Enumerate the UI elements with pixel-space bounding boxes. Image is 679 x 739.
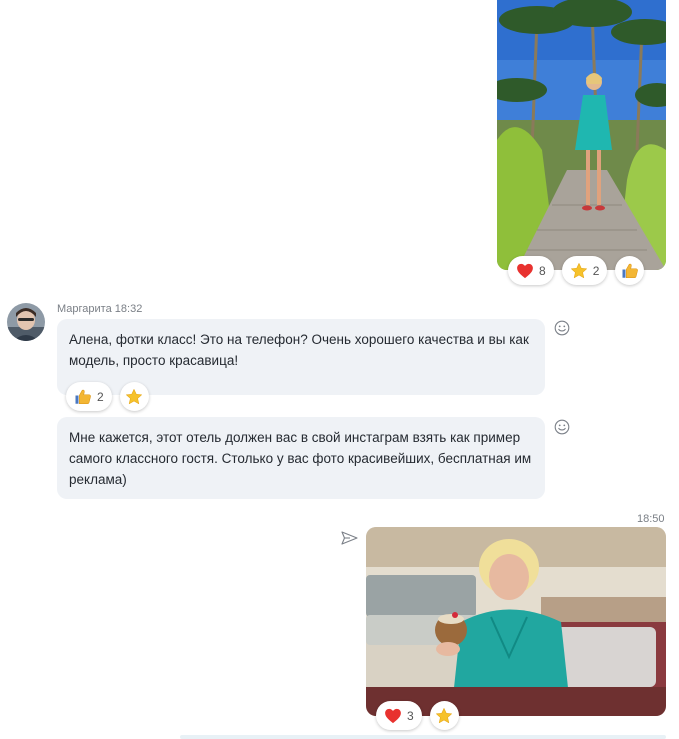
thumbs-up-icon — [621, 262, 639, 280]
message-time: 18:50 — [637, 513, 665, 525]
star-icon — [435, 707, 453, 725]
reaction-star[interactable] — [119, 382, 149, 411]
heart-icon — [384, 707, 402, 725]
smile-icon — [554, 419, 570, 435]
smile-icon — [554, 320, 570, 336]
add-reaction-button[interactable] — [554, 419, 570, 435]
reaction-count: 3 — [407, 708, 414, 723]
sent-status-icon — [341, 531, 358, 545]
reaction-heart[interactable]: 8 — [508, 256, 554, 285]
next-message-edge — [180, 735, 666, 739]
message-header: Маргарита 18:32 — [57, 303, 142, 315]
add-reaction-button[interactable] — [554, 320, 570, 336]
user-avatar-image — [7, 303, 45, 341]
reaction-star[interactable]: 2 — [561, 256, 608, 285]
message-text: Алена, фотки класс! Это на телефон? Очен… — [69, 332, 529, 368]
sent-photo-resort-walkway[interactable] — [497, 0, 666, 270]
star-icon — [570, 262, 588, 280]
star-icon — [125, 388, 143, 406]
thumbs-up-icon — [74, 388, 92, 406]
reaction-star[interactable] — [429, 701, 459, 730]
top-photo-reactions: 8 2 — [508, 256, 645, 285]
message-reactions: 2 — [66, 382, 149, 411]
message-bubble[interactable]: Мне кажется, этот отель должен вас в сво… — [57, 417, 545, 499]
reaction-thumbs-up[interactable] — [615, 256, 645, 285]
message-time: 18:32 — [114, 303, 143, 315]
message-text: Мне кажется, этот отель должен вас в сво… — [69, 430, 532, 487]
reaction-count: 2 — [97, 389, 104, 404]
author-name[interactable]: Маргарита — [57, 303, 112, 315]
reaction-count: 8 — [539, 263, 546, 278]
sent-photo-lounge[interactable] — [366, 527, 666, 716]
reaction-count: 2 — [592, 263, 600, 278]
sent-photo-reactions: 3 — [376, 701, 459, 730]
avatar[interactable] — [7, 303, 45, 341]
reaction-thumbs-up[interactable]: 2 — [66, 382, 112, 411]
reaction-heart[interactable]: 3 — [376, 701, 422, 730]
heart-icon — [516, 262, 534, 280]
